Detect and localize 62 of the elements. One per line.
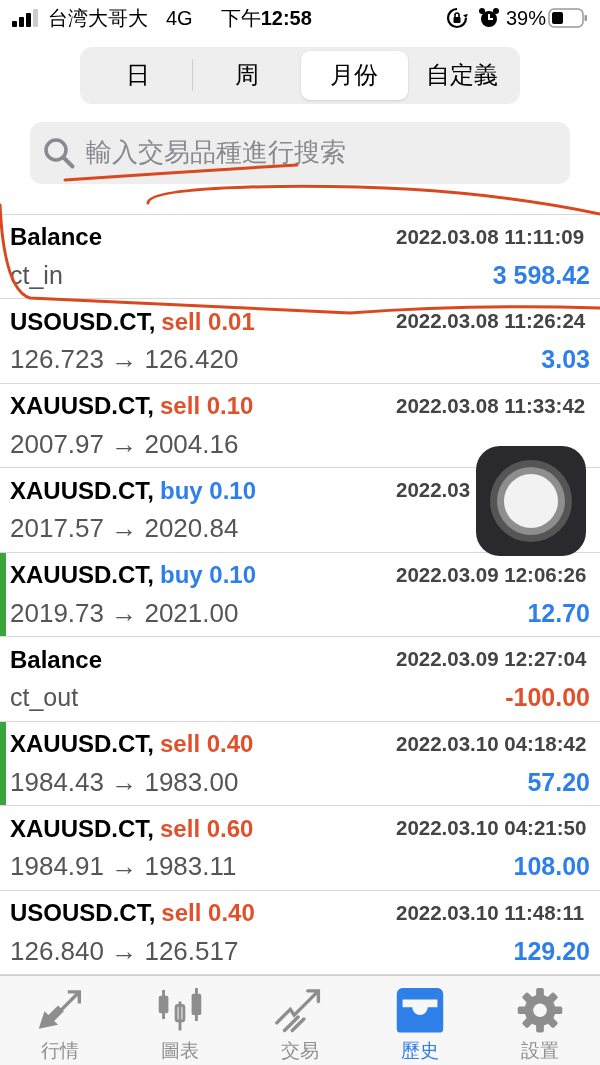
price-range: 1984.91 → 1983.11: [10, 850, 237, 884]
trade-symbol: XAUUSD.CT,: [10, 560, 154, 591]
price-range: 1984.43 → 1983.00: [10, 765, 239, 799]
price-range: 2017.57 → 2020.84: [10, 512, 239, 546]
profit-amount: 129.20: [513, 935, 590, 967]
trade-symbol: USOUSD.CT,: [10, 306, 156, 337]
period-tab[interactable]: 周: [192, 50, 301, 100]
order-type: sell 0.60: [160, 813, 254, 844]
tab-bar-item[interactable]: 歷史: [360, 976, 480, 1065]
price-range: 2019.73 → 2021.00: [10, 596, 239, 630]
entry-comment: ct_out: [10, 682, 79, 713]
order-type: sell 0.10: [160, 391, 254, 422]
order-type: sell 0.40: [161, 898, 255, 929]
alarm-icon: [477, 7, 500, 30]
entry-time: 2022.03.09 12:27:04: [396, 646, 588, 673]
entry-title: Balance: [10, 222, 103, 253]
profit-amount: -100.00: [505, 682, 590, 713]
rotation-lock-icon: [445, 7, 468, 30]
price-range: 126.723 → 126.420: [10, 343, 239, 377]
price-range: 126.840 → 126.517: [10, 934, 239, 968]
time-period: 下午: [220, 6, 261, 32]
entry-title: Balance: [10, 644, 103, 675]
entry-time: 2022.03.09 12:06:26: [396, 561, 588, 588]
trade-symbol: USOUSD.CT,: [10, 898, 156, 929]
period-tab[interactable]: 月份: [300, 50, 409, 100]
entry-time: 2022.03.10 04:21:50: [396, 815, 588, 842]
order-type: sell 0.40: [160, 729, 254, 760]
search-field[interactable]: 輸入交易品種進行搜索: [30, 121, 570, 184]
order-type: sell 0.01: [161, 306, 255, 337]
order-type: buy 0.10: [160, 560, 257, 591]
period-tab[interactable]: 日: [84, 50, 192, 100]
entry-time: 2022.03.08 11:11:09: [396, 223, 586, 250]
trade-symbol: XAUUSD.CT,: [10, 475, 154, 506]
network-type: 4G: [166, 6, 193, 32]
trade-symbol: XAUUSD.CT,: [10, 729, 154, 760]
price-range: 2007.97 → 2004.16: [10, 427, 239, 461]
entry-time: 2022.03.08 11:33:42: [396, 392, 587, 419]
battery-icon: [548, 8, 588, 29]
history-row[interactable]: XAUUSD.CT, sell 0.40 2022.03.10 04:18:42 1984.43 → 1983.00 57.20: [0, 721, 600, 806]
period-tab[interactable]: 自定義: [408, 50, 516, 100]
trade-symbol: XAUUSD.CT,: [10, 391, 154, 422]
clock-time: 12:58: [260, 6, 312, 32]
circle-icon: [489, 459, 573, 543]
entry-time: 2022.03.10 11:48:11: [396, 899, 586, 926]
entry-time: 2022.03.08 11:26:24: [396, 308, 587, 335]
search-icon: [42, 135, 76, 170]
profit-amount: 12.70: [527, 597, 590, 629]
battery-percent: 39%: [505, 6, 546, 32]
order-type: buy 0.10: [160, 475, 257, 506]
history-row[interactable]: XAUUSD.CT, sell 0.60 2022.03.10 04:21:50 1984.91 → 1983.11 108.00: [0, 806, 600, 891]
history-row[interactable]: USOUSD.CT, sell 0.01 2022.03.08 11:26:24 126.723 → 126.420 3.03: [0, 299, 600, 384]
entry-time: 2022.03: [396, 477, 472, 504]
profit-amount: 3.03: [541, 344, 590, 375]
profit-amount: 3 598.42: [492, 259, 590, 291]
history-row[interactable]: Balance 2022.03.09 12:27:04 ct_out -100.00: [0, 637, 600, 722]
trade-symbol: XAUUSD.CT,: [10, 813, 154, 844]
carrier-name: 台湾大哥大: [48, 6, 148, 32]
entry-time: 2022.03.10 04:18:42: [396, 730, 588, 757]
inbox-icon: [394, 988, 446, 1033]
profit-amount: 57.20: [527, 766, 590, 798]
assistive-touch-button[interactable]: [476, 446, 586, 556]
profit-amount: 108.00: [513, 851, 590, 882]
